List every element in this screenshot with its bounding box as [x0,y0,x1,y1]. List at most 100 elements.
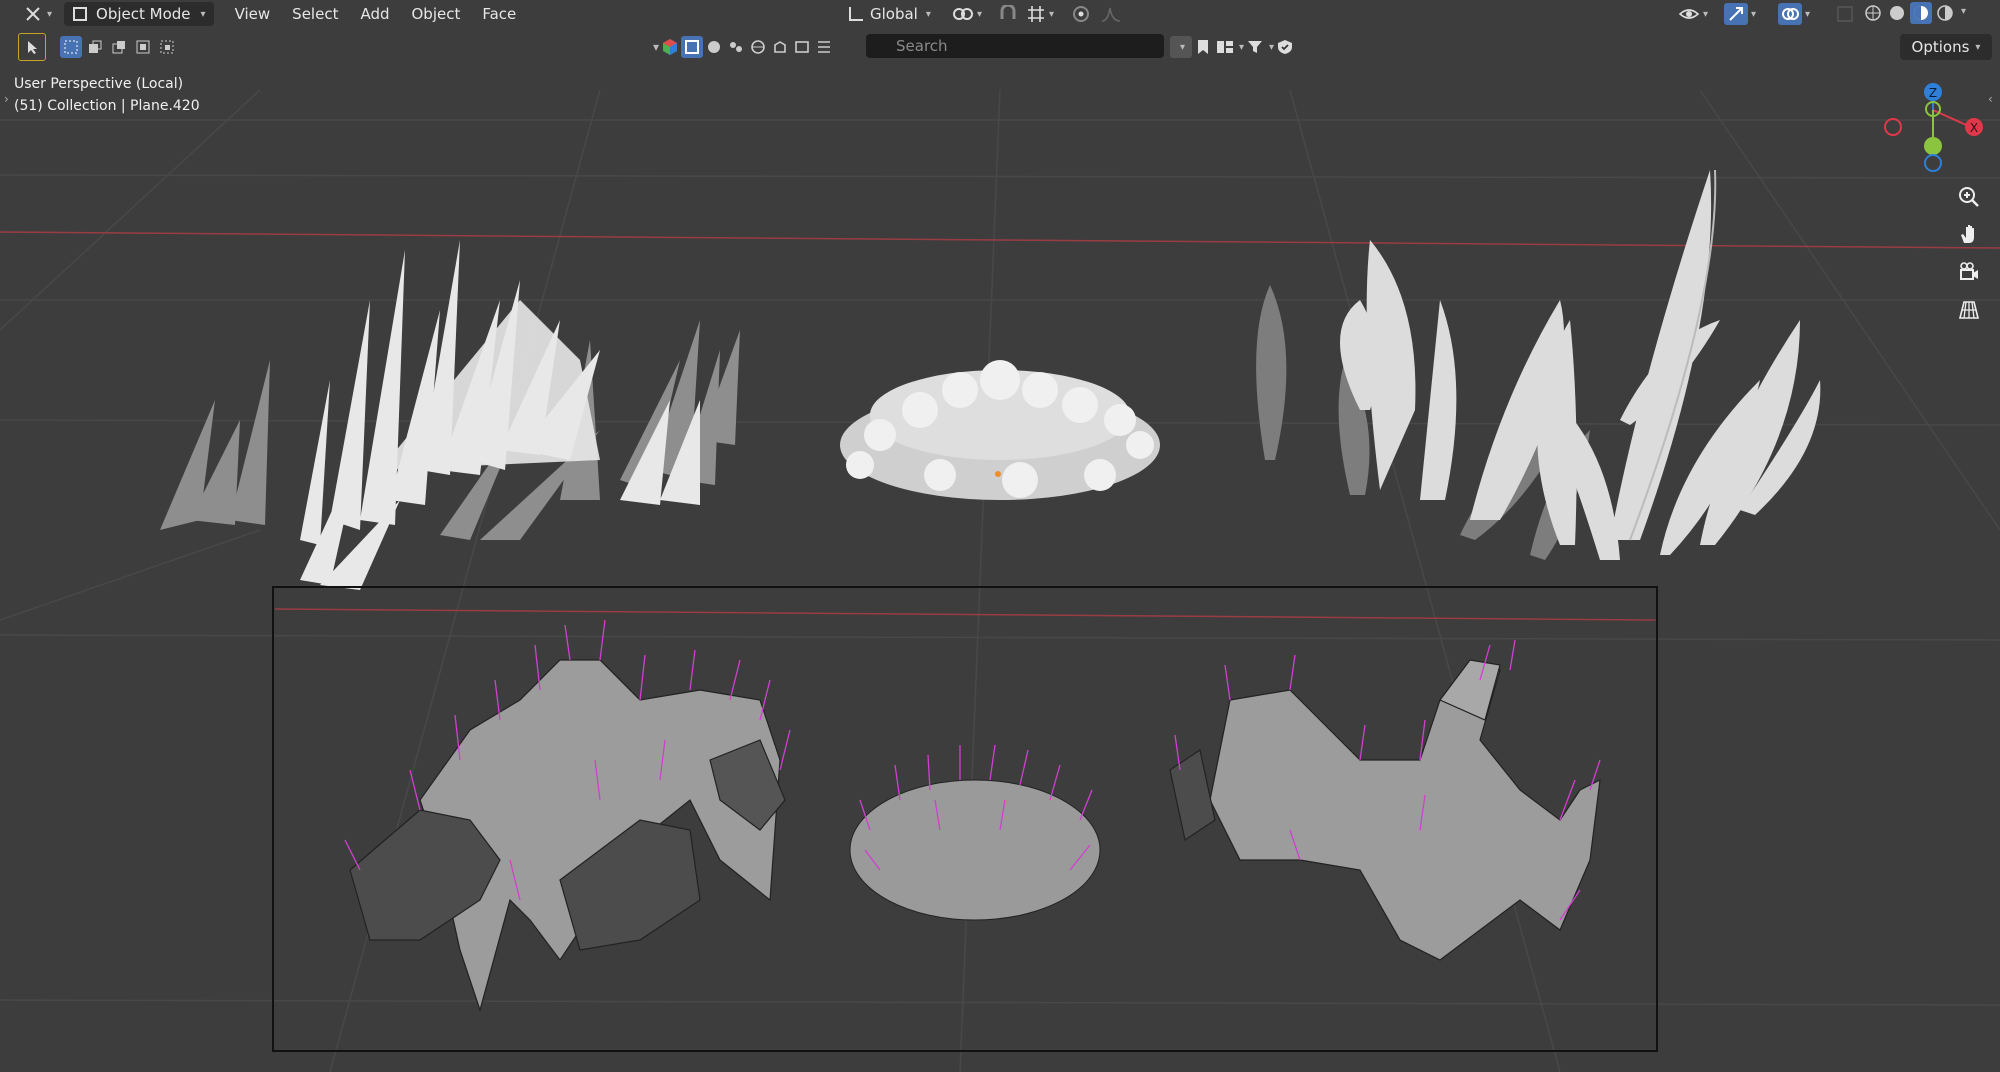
filter-mesh-button[interactable] [681,36,704,58]
editor-type-icon [26,7,40,21]
shading-mode-group: ▾ [1862,2,1966,24]
shading-options-chevron-icon[interactable]: ▾ [1961,6,1966,24]
proportional-icon [1073,6,1089,22]
camera-icon [1960,262,1978,280]
navigation-gizmo[interactable]: Z X [1880,78,1990,178]
shrub-model[interactable] [840,360,1160,500]
filter-button[interactable] [1244,36,1266,58]
bookmark-button[interactable] [1192,36,1214,58]
wireframe-shading-icon [1865,5,1881,21]
search-input[interactable]: Search [866,34,1164,58]
header-bar: ▾ Object Mode ▾ View Select Add Object F… [0,0,2000,28]
mode-label: Object Mode [96,5,191,23]
select-tool-button[interactable] [18,33,46,61]
gizmo-x-label: X [1970,121,1978,135]
xray-icon [1837,6,1853,22]
rendered-shading-icon [1937,5,1953,21]
snap-target-button[interactable]: ▾ [1020,2,1060,26]
select-extend-icon [89,40,102,53]
overlay-icon [1782,8,1799,20]
filter-texture-button[interactable] [791,36,813,58]
gizmo-neg-x-axis[interactable] [1884,118,1902,136]
select-intersect-button[interactable] [156,36,178,58]
texture-filter-icon [795,41,809,53]
perspective-label: User Perspective (Local) [14,76,184,92]
display-mode-icon [1217,41,1233,53]
overlay-toggle[interactable]: ▾ [1772,2,1816,26]
rendered-shading-button[interactable] [1934,2,1956,24]
grid-icon [1958,301,1980,319]
solid-shading-button[interactable] [1886,2,1908,24]
eye-icon [1678,9,1700,19]
tool-row [18,32,178,62]
select-mode-group [60,36,178,58]
select-new-button[interactable] [60,36,82,58]
select-invert-button[interactable] [132,36,154,58]
snap-target-icon [1028,6,1044,22]
particles-filter-icon [730,42,743,52]
falloff-icon [1101,7,1121,22]
outliner-filter-row: ▾ [650,32,835,62]
editor-type-button[interactable]: ▾ [18,2,58,26]
select-extend-button[interactable] [84,36,106,58]
scene-filter-icon [774,41,786,53]
cube-color-icon [663,39,678,55]
wireframe-shading-button[interactable] [1862,2,1884,24]
wireframe-inset[interactable] [272,586,1658,1052]
menu-object[interactable]: Object [401,2,472,26]
filter-nodes-button[interactable] [813,36,835,58]
proportional-button[interactable] [1066,2,1096,26]
menu-view[interactable]: View [224,2,282,26]
filter-material-button[interactable] [703,36,725,58]
cursor-icon [28,41,37,54]
search-tools-row: ▾ ▾ ▾ [1170,32,1296,62]
zoom-button[interactable] [1954,182,1984,212]
grass-model[interactable] [160,240,740,590]
world-filter-icon [751,40,765,54]
gizmo-y-axis[interactable] [1924,137,1942,155]
mesh-filter-icon [685,40,700,54]
object-mode-icon [73,7,88,21]
camera-view-button[interactable] [1954,257,1984,287]
x-axis-line-inset [274,608,1658,621]
options-button[interactable]: Options ▾ [1900,34,1992,60]
pivot-icon [953,8,973,20]
bookmark-icon [1198,40,1208,54]
hand-pan-icon [1961,225,1974,243]
display-mode-button[interactable] [1214,36,1236,58]
gizmo-neg-z-axis[interactable] [1924,154,1942,172]
perspective-toggle-button[interactable] [1954,295,1984,325]
material-shading-button[interactable] [1910,2,1932,24]
pan-button[interactable] [1954,219,1984,249]
material-shading-icon [1914,6,1928,20]
filter-particles-button[interactable] [725,36,747,58]
restrict-button[interactable] [1274,36,1296,58]
shield-icon [1278,40,1293,54]
select-intersect-icon [160,40,174,54]
menu-face[interactable]: Face [471,2,527,26]
select-invert-icon [136,40,150,54]
viewport-canvas[interactable] [0,0,2000,1072]
object-color-button[interactable] [659,36,681,58]
visibility-button[interactable]: ▾ [1672,2,1714,26]
pivot-button[interactable]: ▾ [946,2,988,26]
menu-select[interactable]: Select [281,2,349,26]
select-subtract-icon [112,41,125,54]
transform-orientation-label: Global [870,5,918,23]
select-subtract-button[interactable] [108,36,130,58]
leaf-plant-model[interactable] [1256,169,1821,560]
transform-orientation-dropdown[interactable]: Global ▾ [840,2,937,26]
menu-add[interactable]: Add [349,2,400,26]
leaf-lowpoly-mesh [1169,639,1601,961]
collection-label: (51) Collection | Plane.420 [14,98,200,114]
filter-world-button[interactable] [747,36,769,58]
xray-button[interactable] [1830,2,1860,26]
shrub-lowpoly-mesh [849,744,1101,921]
filter-scene-button[interactable] [769,36,791,58]
mode-dropdown[interactable]: Object Mode ▾ [64,2,214,26]
gizmo-toggle[interactable]: ▾ [1718,2,1762,26]
falloff-button[interactable] [1094,2,1128,26]
search-options-button[interactable]: ▾ [1170,36,1192,58]
options-label: Options [1911,38,1970,56]
toolbar-expand-icon[interactable]: › [4,92,9,106]
